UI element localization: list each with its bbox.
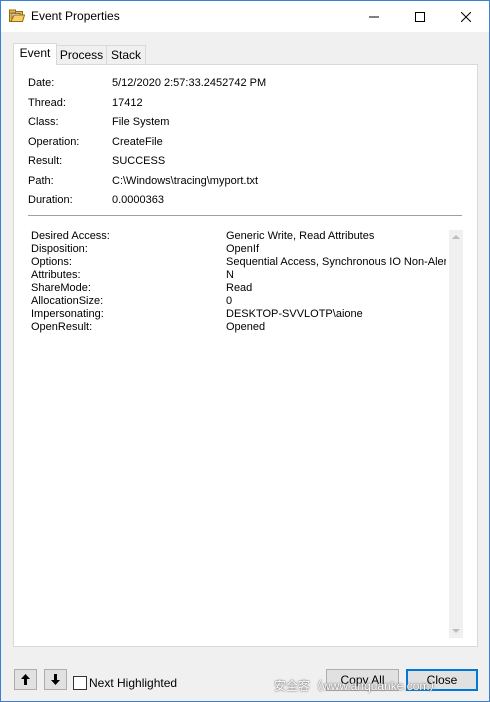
detail-value: Generic Write, Read Attributes [226, 230, 375, 242]
detail-label: Attributes: [31, 269, 81, 281]
detail-value: OpenIf [226, 243, 260, 255]
detail-row: ShareMode: Read [31, 282, 461, 295]
detail-label: Impersonating: [31, 308, 104, 320]
scroll-down-icon[interactable] [452, 629, 460, 633]
minimize-icon [369, 16, 379, 17]
arrow-down-icon [51, 674, 60, 685]
event-value: File System [112, 116, 170, 128]
detail-row: Desired Access: Generic Write, Read Attr… [31, 230, 461, 243]
next-highlighted-label: Next Highlighted [89, 676, 178, 690]
detail-row: AllocationSize: 0 [31, 295, 461, 308]
detail-label: OpenResult: [31, 321, 93, 333]
scroll-up-icon[interactable] [452, 235, 460, 239]
event-panel: Date: 5/12/2020 2:57:33.2452742 PM Threa… [13, 64, 478, 647]
event-value: 0.0000363 [112, 194, 164, 206]
detail-value: Read [226, 282, 253, 294]
tab-event[interactable]: Event [13, 43, 57, 65]
detail-value: Sequential Access, Synchronous IO Non-Al… [226, 256, 446, 268]
maximize-button[interactable] [397, 1, 443, 32]
detail-row: Impersonating: DESKTOP-SVVLOTP\aione [31, 308, 461, 321]
event-value: 17412 [112, 97, 143, 109]
detail-value: DESKTOP-SVVLOTP\aione [226, 308, 363, 320]
event-label: Thread: [28, 97, 66, 109]
title-bar[interactable]: Event Properties [1, 1, 489, 32]
tab-process[interactable]: Process [56, 45, 107, 64]
detail-label: Desired Access: [31, 230, 110, 242]
event-value: C:\Windows\tracing\myport.txt [112, 175, 259, 187]
event-label: Date: [28, 77, 55, 89]
detail-label: Options: [31, 256, 72, 268]
next-highlighted-checkbox[interactable] [73, 676, 87, 690]
event-label: Class: [28, 116, 59, 128]
event-properties-window: Event Properties Event Process Stack Dat… [0, 0, 490, 702]
event-value: CreateFile [112, 136, 163, 148]
event-label: Result: [28, 155, 63, 167]
detail-label: Disposition: [31, 243, 88, 255]
minimize-button[interactable] [351, 1, 397, 32]
event-label: Operation: [28, 136, 80, 148]
next-event-button[interactable] [44, 669, 67, 690]
previous-event-button[interactable] [14, 669, 37, 690]
detail-label: AllocationSize: [31, 295, 104, 307]
event-value: SUCCESS [112, 155, 166, 167]
folder-icon [9, 9, 25, 22]
detail-row: Disposition: OpenIf [31, 243, 461, 256]
detail-value: Opened [226, 321, 266, 333]
separator [28, 215, 462, 216]
detail-value: N [226, 269, 234, 281]
window-title: Event Properties [31, 9, 120, 23]
detail-list[interactable]: Desired Access: Generic Write, Read Attr… [29, 230, 462, 638]
detail-row: Attributes: N [31, 269, 461, 282]
close-window-button[interactable] [443, 1, 489, 32]
close-icon [461, 11, 471, 22]
detail-value: 0 [226, 295, 233, 307]
arrow-up-icon [21, 674, 30, 685]
detail-scrollbar[interactable] [449, 230, 463, 638]
detail-label: ShareMode: [31, 282, 91, 294]
watermark: 安全客（www.anquanke.com） [274, 679, 442, 693]
detail-row: Options: Sequential Access, Synchronous … [31, 256, 461, 269]
event-label: Path: [28, 175, 54, 187]
detail-row: OpenResult: Opened [31, 321, 461, 334]
event-value: 5/12/2020 2:57:33.2452742 PM [112, 77, 267, 89]
maximize-icon [415, 11, 425, 22]
tab-stack[interactable]: Stack [106, 45, 146, 64]
event-label: Duration: [28, 194, 73, 206]
